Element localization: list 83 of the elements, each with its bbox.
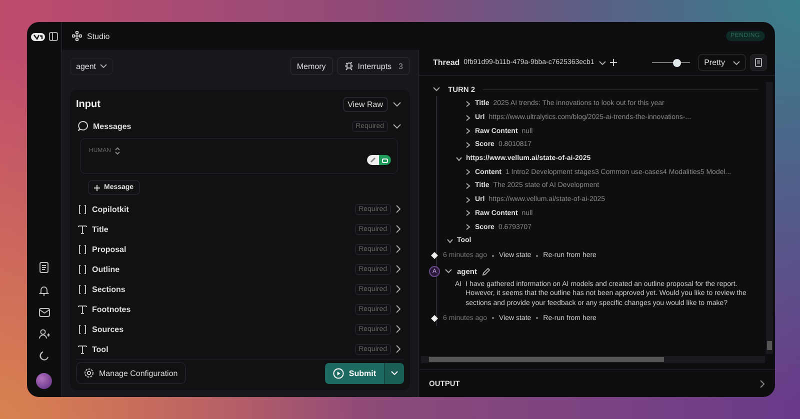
chevron-icon[interactable] [465, 210, 471, 216]
chevron-right-icon[interactable] [760, 380, 765, 388]
collapse-icon[interactable] [393, 124, 401, 128]
caret-icon [391, 371, 398, 375]
chevron-icon[interactable] [456, 156, 462, 162]
add-user-icon[interactable] [38, 329, 50, 339]
field-label: Outline [92, 264, 120, 274]
logo-icon [30, 32, 44, 40]
chevron-icon[interactable] [445, 269, 452, 274]
chevron-icon[interactable] [465, 114, 471, 121]
clipboard-icon [755, 58, 762, 67]
chevron-right-icon[interactable] [396, 285, 401, 293]
checkpoint-icon [431, 314, 438, 322]
view-mode-select[interactable]: Pretty [698, 54, 746, 71]
chevron-icon[interactable] [465, 128, 471, 134]
bug-icon [344, 61, 354, 71]
chevron-icon[interactable] [465, 196, 471, 203]
field-label: Copilotkit [92, 204, 129, 214]
chevron-right-icon[interactable] [396, 305, 401, 313]
input-title: Input [76, 98, 100, 110]
document-icon[interactable] [39, 262, 49, 273]
field-label: Sections [92, 284, 126, 294]
braces-icon [78, 204, 87, 214]
field-label: Footnotes [92, 304, 131, 314]
collapse-icon[interactable] [393, 102, 401, 106]
pencil-icon[interactable] [482, 268, 490, 276]
up-down-icon [115, 147, 120, 155]
play-icon [332, 368, 344, 378]
chevron-right-icon[interactable] [396, 265, 401, 273]
caret-icon [599, 60, 606, 64]
chat-bubble-icon [78, 121, 88, 131]
checkpoint-icon [431, 252, 438, 260]
text-type-icon [78, 304, 87, 314]
horizontal-scrollbar[interactable] [421, 356, 765, 363]
submit-button[interactable]: Submit [324, 362, 384, 384]
manage-configuration-button[interactable]: Manage Configuration [76, 362, 186, 384]
memory-button[interactable]: Memory [290, 57, 333, 75]
field-label: Proposal [92, 244, 126, 254]
field-label: Title [92, 224, 108, 234]
submit-options-button[interactable] [384, 362, 404, 384]
interrupts-button[interactable]: Interrupts 3 [336, 57, 410, 75]
text-type-icon [78, 224, 87, 234]
field-label: Messages [93, 122, 132, 130]
zoom-slider[interactable] [652, 58, 690, 66]
chevron-icon[interactable] [447, 238, 453, 244]
field-label: Sources [92, 324, 124, 334]
sidebar-toggle-icon[interactable] [48, 32, 58, 41]
chevron-right-icon[interactable] [396, 225, 401, 233]
braces-icon [78, 264, 87, 274]
chevron-icon[interactable] [433, 86, 440, 92]
chevron-right-icon[interactable] [396, 205, 401, 213]
graph-icon [72, 31, 82, 41]
braces-icon [78, 324, 87, 334]
chevron-icon[interactable] [465, 224, 471, 230]
graph-select[interactable]: agent [70, 58, 114, 74]
vertical-scrollbar[interactable] [766, 82, 773, 354]
user-avatar[interactable] [36, 373, 52, 389]
chevron-icon[interactable] [465, 182, 471, 189]
thread-label: Thread [433, 58, 460, 67]
mail-icon[interactable] [38, 308, 50, 317]
chevron-icon[interactable] [465, 169, 471, 176]
app-title: Studio [87, 32, 110, 40]
field-label: Tool [92, 344, 108, 354]
chevron-icon[interactable] [465, 142, 471, 148]
braces-icon [78, 284, 87, 294]
chevron-right-icon[interactable] [396, 345, 401, 353]
plus-icon[interactable] [610, 59, 618, 66]
chevron-right-icon[interactable] [396, 325, 401, 333]
view-raw-button[interactable]: View Raw [342, 96, 388, 112]
chevron-icon[interactable] [465, 100, 471, 107]
plus-icon [94, 184, 100, 190]
chevron-right-icon[interactable] [396, 245, 401, 253]
bell-icon[interactable] [39, 285, 49, 296]
slider-thumb[interactable] [672, 58, 681, 66]
message-type-toggle[interactable] [367, 155, 391, 165]
moon-icon[interactable] [39, 351, 49, 361]
gear-icon [84, 368, 94, 378]
clipboard-button[interactable] [750, 54, 767, 71]
robot-icon [382, 158, 388, 162]
caret-icon [100, 64, 108, 68]
caret-icon [733, 60, 740, 64]
text-type-icon [78, 344, 87, 354]
braces-icon [78, 244, 87, 254]
